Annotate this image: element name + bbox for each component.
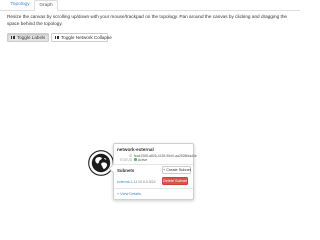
toggle-collapse-label: Toggle Network Collapse bbox=[61, 35, 112, 40]
network-popup: network-external ID feca7065-a825-4139-9… bbox=[108, 143, 197, 200]
instructions-text: Resize the canvas by scrolling up/down w… bbox=[7, 14, 288, 26]
network-globe-icon[interactable] bbox=[88, 150, 114, 176]
subnet-link[interactable]: external-1-11 bbox=[117, 180, 137, 184]
toggle-labels-label: Toggle Labels bbox=[17, 35, 46, 40]
create-subnet-button[interactable]: + Create Subnet bbox=[162, 165, 191, 174]
delete-subnet-button[interactable]: Delete Subnet bbox=[162, 177, 188, 185]
globe-icon bbox=[88, 150, 114, 176]
view-details-link[interactable]: » View Details bbox=[117, 192, 141, 196]
popup-divider bbox=[114, 187, 193, 189]
toggle-labels-button[interactable]: Toggle Labels bbox=[7, 33, 49, 42]
status-value: Active bbox=[134, 158, 147, 162]
status-value-text: Active bbox=[137, 157, 148, 162]
subnets-heading: Subnets bbox=[117, 168, 135, 173]
status-active-icon bbox=[134, 158, 137, 161]
list-icon bbox=[55, 35, 59, 39]
popup-divider bbox=[114, 163, 193, 165]
tab-bar: Topology Graph bbox=[0, 0, 300, 11]
tab-topology[interactable]: Topology bbox=[6, 0, 34, 10]
popup-title: network-external bbox=[117, 147, 154, 152]
list-icon bbox=[11, 35, 15, 39]
tab-graph[interactable]: Graph bbox=[34, 0, 58, 11]
subnet-cidr: 10.0.0.0/24 bbox=[138, 179, 156, 184]
toggle-network-collapse-button[interactable]: Toggle Network Collapse bbox=[51, 33, 112, 42]
status-key: STATUS bbox=[119, 157, 132, 162]
